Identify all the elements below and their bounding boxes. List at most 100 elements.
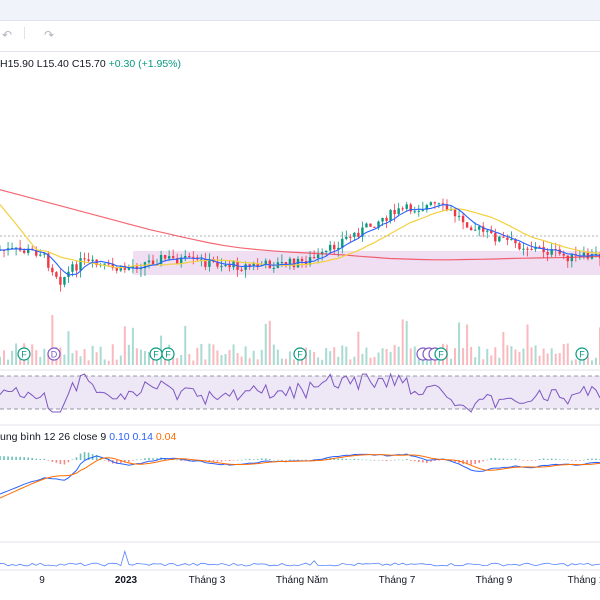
candle-body <box>55 272 58 277</box>
marker-label: F <box>579 350 585 360</box>
candle-body <box>244 264 247 270</box>
volume-bar <box>558 352 561 365</box>
candle-body <box>220 266 223 268</box>
histogram-bar <box>526 460 529 461</box>
candle-body <box>163 255 167 259</box>
histogram-bar <box>409 460 412 461</box>
candle-body <box>324 250 328 253</box>
volume-bar <box>83 349 86 365</box>
volume-bar <box>67 331 70 365</box>
volume-bar <box>11 350 14 365</box>
dividend-marker[interactable]: F <box>293 347 307 361</box>
candles <box>0 198 600 292</box>
volume-bar <box>184 326 187 365</box>
histogram-bar <box>7 456 9 460</box>
candle-body <box>498 236 501 242</box>
volume-bar <box>15 343 18 365</box>
volume-bar <box>566 343 569 365</box>
candle-body <box>312 257 316 259</box>
histogram-bar <box>550 458 553 460</box>
histogram-bar <box>417 460 420 462</box>
volume-bar <box>127 344 130 365</box>
histogram-bar <box>595 458 597 460</box>
candle-body <box>477 226 481 230</box>
candle-body <box>316 254 320 259</box>
histogram-bar <box>579 460 581 461</box>
price-chart[interactable]: FDFFFFF <box>0 0 600 600</box>
histogram-bar <box>268 459 271 460</box>
time-label: Tháng 3 <box>188 575 226 586</box>
volume-bar <box>534 345 537 365</box>
volume-bar <box>317 357 320 365</box>
histogram-bar <box>530 460 533 461</box>
histogram-bar <box>232 460 235 461</box>
volume-bar <box>458 322 461 365</box>
candle-body <box>280 261 284 263</box>
histogram-bar <box>502 458 505 460</box>
volume-bar <box>309 349 312 365</box>
volume-bar <box>518 351 521 365</box>
volume-bar <box>216 350 219 365</box>
candle-body <box>147 260 151 263</box>
histogram-bar <box>341 458 344 460</box>
volume-bar <box>180 355 183 365</box>
volume-bar <box>115 359 118 365</box>
volume-bar <box>570 360 573 365</box>
time-label: 2023 <box>114 575 138 586</box>
volume-bar <box>196 347 199 365</box>
histogram-bar <box>180 460 183 461</box>
histogram-bar <box>27 457 29 460</box>
candle-body <box>171 256 175 259</box>
volume-bar <box>111 344 114 365</box>
volume-bar <box>365 347 368 365</box>
histogram-bar <box>297 459 299 461</box>
volume-bar <box>337 356 340 365</box>
volume-bar <box>3 350 6 365</box>
time-label: Tháng 7 <box>378 575 416 586</box>
dividend-marker[interactable]: F <box>149 347 163 361</box>
volume-bar <box>590 360 593 365</box>
candle-body <box>292 258 296 268</box>
rsi-band <box>0 376 600 409</box>
candle-body <box>433 202 437 204</box>
candle-body <box>530 248 533 250</box>
histogram-bar <box>11 456 13 460</box>
candle-body <box>389 209 392 221</box>
histogram-bar <box>152 458 154 460</box>
candle-body <box>526 248 529 250</box>
volume-bar <box>574 359 577 365</box>
volume-bar <box>329 351 332 365</box>
candle-body <box>469 227 473 231</box>
volume-bar <box>454 348 457 365</box>
volume-bar <box>510 346 513 365</box>
candle-body <box>405 204 408 209</box>
histogram-bar <box>422 460 424 463</box>
histogram-bar <box>562 459 565 460</box>
histogram-bar <box>349 459 352 460</box>
histogram-bar <box>128 460 130 463</box>
histogram-bar <box>132 460 134 461</box>
volume-bar <box>405 321 408 365</box>
volume-bar <box>389 351 392 365</box>
histogram-bar <box>212 460 215 462</box>
volume-bar <box>361 353 364 365</box>
histogram-bar <box>301 459 303 461</box>
histogram-bar <box>15 456 17 460</box>
dividend-marker[interactable]: F <box>434 347 448 361</box>
volume-bar <box>409 348 412 365</box>
time-label: Tháng 1 <box>567 575 600 586</box>
candle-body <box>373 226 376 228</box>
volume-bar <box>244 346 247 365</box>
histogram-bar <box>83 452 86 460</box>
candle-body <box>465 222 469 228</box>
histogram-bar <box>506 459 509 460</box>
candle-body <box>397 208 400 215</box>
earnings-marker[interactable]: D <box>47 347 61 361</box>
dividend-marker[interactable]: F <box>161 347 175 361</box>
candle-body <box>365 223 368 228</box>
volume-bar <box>31 344 34 365</box>
dividend-marker[interactable]: F <box>575 347 589 361</box>
histogram-bar <box>571 460 573 461</box>
dividend-marker[interactable]: F <box>17 347 31 361</box>
candle-body <box>461 215 465 223</box>
